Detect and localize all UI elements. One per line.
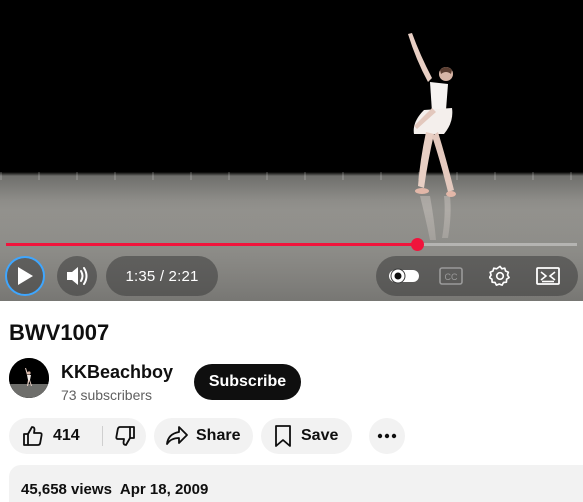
share-label: Share	[196, 427, 241, 444]
progress-bar[interactable]	[6, 238, 577, 251]
thumbs-down-icon	[114, 426, 135, 446]
play-icon	[18, 267, 33, 285]
dislike-button[interactable]	[103, 418, 146, 454]
settings-button[interactable]	[484, 256, 516, 296]
captions-icon: CC	[439, 267, 463, 285]
channel-avatar[interactable]	[9, 358, 49, 398]
volume-icon	[67, 267, 88, 285]
svg-text:CC: CC	[445, 272, 458, 282]
thumbs-up-icon	[23, 426, 43, 446]
like-dislike-group: 414	[9, 418, 146, 454]
more-horizontal-icon	[377, 433, 397, 439]
miniplayer-button[interactable]	[530, 256, 566, 296]
subscribe-button[interactable]: Subscribe	[194, 364, 301, 400]
subscriber-count: 73 subscribers	[61, 387, 153, 403]
autoplay-toggle[interactable]	[386, 256, 422, 296]
save-label: Save	[301, 427, 339, 444]
volume-button[interactable]	[57, 256, 97, 296]
share-icon	[166, 426, 188, 445]
bookmark-icon	[275, 425, 291, 447]
miniplayer-icon	[536, 267, 560, 285]
like-count: 414	[53, 427, 80, 444]
video-player[interactable]: 1:35 / 2:21 CC	[0, 0, 583, 301]
right-controls: CC	[376, 256, 578, 296]
upload-date: Apr 18, 2009	[119, 481, 209, 498]
avatar-image	[9, 358, 49, 398]
like-button[interactable]: 414	[9, 418, 94, 454]
channel-name[interactable]: KKBeachboy	[61, 362, 173, 383]
play-button[interactable]	[5, 256, 45, 296]
settings-icon	[489, 265, 510, 286]
progress-played	[6, 243, 418, 246]
video-title: BWV1007	[9, 320, 110, 345]
share-button[interactable]: Share	[154, 418, 253, 454]
more-actions-button[interactable]	[369, 418, 405, 454]
save-button[interactable]: Save	[261, 418, 352, 454]
captions-button[interactable]: CC	[436, 256, 466, 296]
autoplay-toggle-icon	[389, 268, 419, 284]
time-display: 1:35 / 2:21	[106, 256, 218, 296]
description-box[interactable]: 45,658 views Apr 18, 2009	[9, 465, 583, 502]
description-meta: 45,658 views Apr 18, 2009	[21, 481, 208, 498]
view-count: 45,658 views	[21, 481, 112, 498]
